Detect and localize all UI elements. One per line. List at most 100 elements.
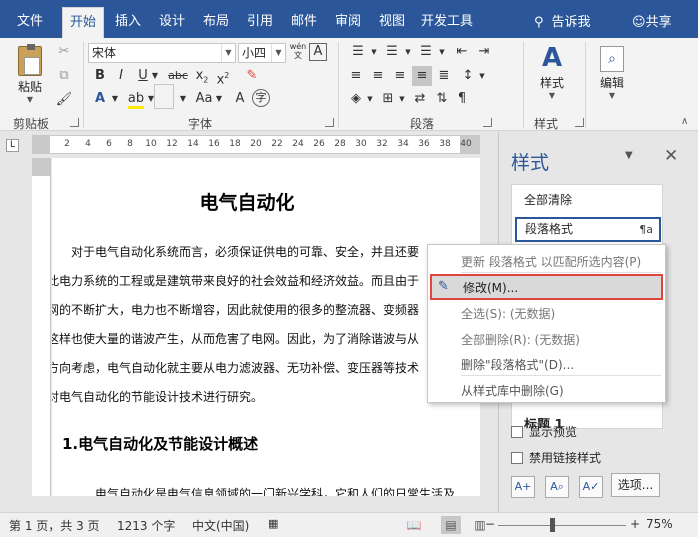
chevron-down-icon[interactable]: ▼ — [398, 89, 406, 109]
character-border-icon[interactable]: A — [309, 43, 327, 61]
tab-design[interactable]: 设计 — [152, 9, 192, 38]
borders-icon[interactable]: ⊞ — [378, 89, 398, 109]
selected-style-paragraph-format[interactable]: 段落格式 ¶a — [515, 217, 661, 242]
horizontal-ruler[interactable]: 2 4 6 8 10 12 14 16 18 20 22 24 26 28 30… — [32, 135, 481, 154]
tab-review[interactable]: 审阅 — [328, 9, 368, 38]
tab-references[interactable]: 引用 — [240, 9, 280, 38]
align-center-icon[interactable]: ≡ — [368, 66, 388, 86]
close-icon[interactable]: ✕ — [664, 146, 678, 166]
strikethrough-icon[interactable]: abc — [166, 66, 190, 86]
chevron-down-icon[interactable]: ▼ — [438, 42, 446, 62]
new-style-icon[interactable]: A+ — [511, 476, 535, 498]
font-size-combo[interactable]: 小四 ▼ — [238, 43, 286, 63]
chevron-down-icon[interactable]: ▼ — [221, 44, 235, 62]
checkbox-icon — [511, 426, 523, 438]
zoom-in-icon[interactable]: + — [630, 517, 640, 531]
chinese-layout-icon[interactable]: ⇄ — [410, 89, 430, 109]
sort-icon[interactable]: ⇅ — [432, 89, 452, 109]
copy-icon[interactable]: ⧉ — [54, 66, 74, 86]
paste-button[interactable]: 粘贴 ▼ — [12, 42, 48, 108]
page-count[interactable]: 第 1 页，共 3 页 — [9, 517, 100, 534]
highlight-icon[interactable]: ab — [126, 89, 146, 109]
chevron-down-icon[interactable]: ▼ — [178, 89, 188, 109]
clipboard-launcher-icon[interactable] — [70, 118, 79, 127]
bullets-icon[interactable]: ☰ — [346, 42, 370, 62]
chevron-down-icon[interactable]: ▼ — [404, 42, 412, 62]
bold-icon[interactable]: B — [90, 66, 110, 86]
word-count[interactable]: 1213 个字 — [117, 517, 175, 534]
phonetic-guide-icon[interactable]: wén 文 — [288, 42, 308, 62]
increase-indent-icon[interactable]: ⇥ — [474, 42, 494, 62]
chevron-down-icon[interactable]: ▼ — [478, 66, 486, 86]
tab-mailings[interactable]: 邮件 — [284, 9, 324, 38]
print-layout-icon[interactable]: ▤ — [441, 516, 461, 534]
font-name-combo[interactable]: 宋体 ▼ — [88, 43, 236, 63]
decrease-indent-icon[interactable]: ⇤ — [452, 42, 472, 62]
tab-insert[interactable]: 插入 — [108, 9, 148, 38]
chevron-down-icon[interactable]: ▼ — [214, 89, 224, 109]
options-button[interactable]: 选项... — [611, 473, 660, 497]
disable-linked-styles-checkbox[interactable]: 禁用链接样式 — [511, 449, 601, 466]
menu-item-update-style[interactable]: 更新 段落格式 以匹配所选内容(P) — [461, 253, 641, 270]
distributed-icon[interactable]: ≣ — [434, 66, 454, 86]
menu-item-remove-all[interactable]: 全部删除(R): (无数据) — [461, 331, 580, 348]
chevron-down-icon[interactable]: ▼ — [366, 89, 374, 109]
read-mode-icon[interactable]: 📖 — [404, 516, 424, 534]
tab-developer[interactable]: 开发工具 — [417, 9, 477, 38]
zoom-slider-thumb[interactable] — [549, 518, 555, 532]
multilevel-list-icon[interactable]: ☰ — [414, 42, 438, 62]
zoom-level[interactable]: 75% — [646, 517, 673, 531]
tab-layout[interactable]: 布局 — [196, 9, 236, 38]
document-page[interactable]: 电气自动化 对于电气自动化系统而言，必须保证供电的可靠、安全，并且还要 此电力系… — [52, 158, 480, 496]
chevron-down-icon[interactable]: ▼ — [271, 44, 285, 62]
grow-font-icon[interactable]: A — [230, 89, 250, 109]
justify-icon[interactable]: ≡ — [412, 66, 432, 86]
share-button[interactable]: ☺共享 — [632, 11, 672, 30]
chevron-down-icon[interactable]: ▼ — [370, 42, 378, 62]
line-spacing-icon[interactable]: ↕ — [458, 66, 478, 86]
macro-record-icon[interactable]: ▦ — [268, 517, 278, 530]
font-launcher-icon[interactable] — [325, 118, 334, 127]
style-inspector-icon[interactable]: A⌕ — [545, 476, 569, 498]
superscript-icon[interactable]: x2 — [213, 66, 233, 87]
tab-selector-icon[interactable]: L — [6, 139, 19, 152]
menu-item-delete-style[interactable]: 删除"段落格式"(D)... — [461, 356, 574, 373]
numbering-icon[interactable]: ☰ — [380, 42, 404, 62]
collapse-ribbon-icon[interactable]: ∧ — [681, 116, 688, 127]
chevron-down-icon[interactable]: ▼ — [150, 66, 160, 86]
zoom-slider[interactable] — [498, 525, 626, 526]
style-dropdown-button[interactable] — [154, 84, 174, 109]
ruler-tick: 34 — [397, 139, 409, 149]
show-preview-checkbox[interactable]: 显示预览 — [511, 423, 577, 440]
zoom-out-icon[interactable]: − — [485, 517, 495, 531]
tab-view[interactable]: 视图 — [372, 9, 412, 38]
menu-item-select-all[interactable]: 全选(S): (无数据) — [461, 305, 555, 322]
styles-button[interactable]: A 样式 ▼ — [530, 42, 574, 108]
format-painter-icon[interactable]: 🖌 — [54, 90, 74, 110]
chevron-down-icon[interactable]: ▼ — [625, 150, 633, 161]
menu-item-modify[interactable]: ✎ 修改(M)... — [430, 274, 663, 300]
paragraph-launcher-icon[interactable] — [483, 118, 492, 127]
tell-me-box[interactable]: ⚲ 告诉我 — [534, 11, 591, 30]
clear-formatting-icon[interactable]: ✎ — [242, 66, 262, 86]
enclose-characters-icon[interactable]: 字 — [252, 89, 270, 107]
editing-button[interactable]: ⌕ 编辑 ▼ — [592, 42, 632, 108]
subscript-icon[interactable]: x2 — [192, 66, 212, 86]
vertical-ruler[interactable] — [32, 158, 51, 496]
text-effects-icon[interactable]: A — [90, 89, 110, 109]
chevron-down-icon[interactable]: ▼ — [110, 89, 120, 109]
clear-all-style[interactable]: 全部清除 — [524, 191, 572, 208]
align-left-icon[interactable]: ≡ — [346, 66, 366, 86]
manage-styles-icon[interactable]: A✓ — [579, 476, 603, 498]
menu-item-remove-from-gallery[interactable]: 从样式库中删除(G) — [461, 382, 564, 399]
show-marks-icon[interactable]: ¶ — [452, 89, 472, 109]
change-case-icon[interactable]: Aa — [192, 89, 216, 109]
cut-icon[interactable]: ✂ — [54, 42, 74, 62]
language-indicator[interactable]: 中文(中国) — [192, 517, 249, 534]
styles-launcher-icon[interactable] — [575, 118, 584, 127]
tab-file[interactable]: 文件 — [10, 9, 50, 38]
tab-home[interactable]: 开始 — [62, 7, 104, 38]
italic-icon[interactable]: I — [111, 66, 131, 86]
shading-icon[interactable]: ◈ — [346, 89, 366, 109]
align-right-icon[interactable]: ≡ — [390, 66, 410, 86]
